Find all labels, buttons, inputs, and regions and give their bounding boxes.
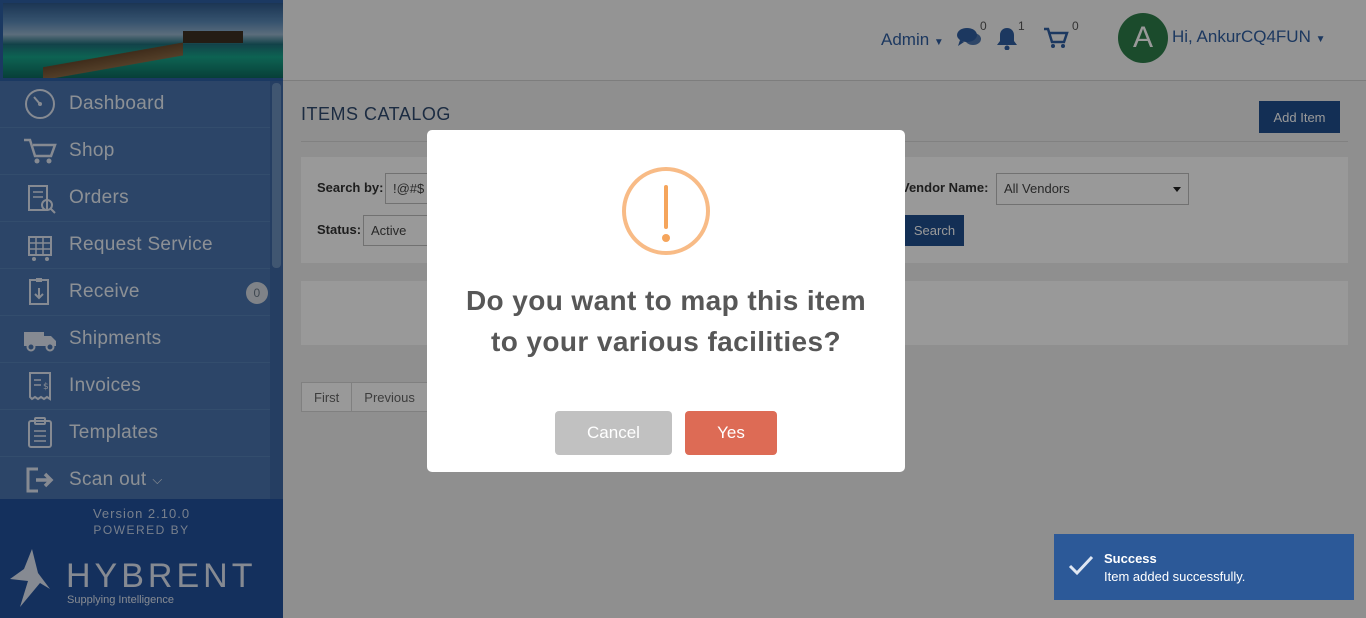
dialog-message-line1: Do you want to map this item bbox=[465, 285, 867, 316]
yes-button[interactable]: Yes bbox=[685, 411, 777, 455]
dialog-message-line2: to your various facilities? bbox=[491, 326, 841, 357]
success-toast[interactable]: Success Item added successfully. bbox=[1054, 534, 1354, 600]
checkmark-icon bbox=[1068, 555, 1094, 576]
toast-title: Success bbox=[1104, 551, 1157, 566]
confirm-dialog: Do you want to map this item to your var… bbox=[427, 130, 905, 472]
warning-icon bbox=[622, 167, 710, 255]
toast-message: Item added successfully. bbox=[1104, 569, 1246, 584]
cancel-button[interactable]: Cancel bbox=[555, 411, 672, 455]
dialog-message: Do you want to map this item to your var… bbox=[427, 280, 905, 362]
